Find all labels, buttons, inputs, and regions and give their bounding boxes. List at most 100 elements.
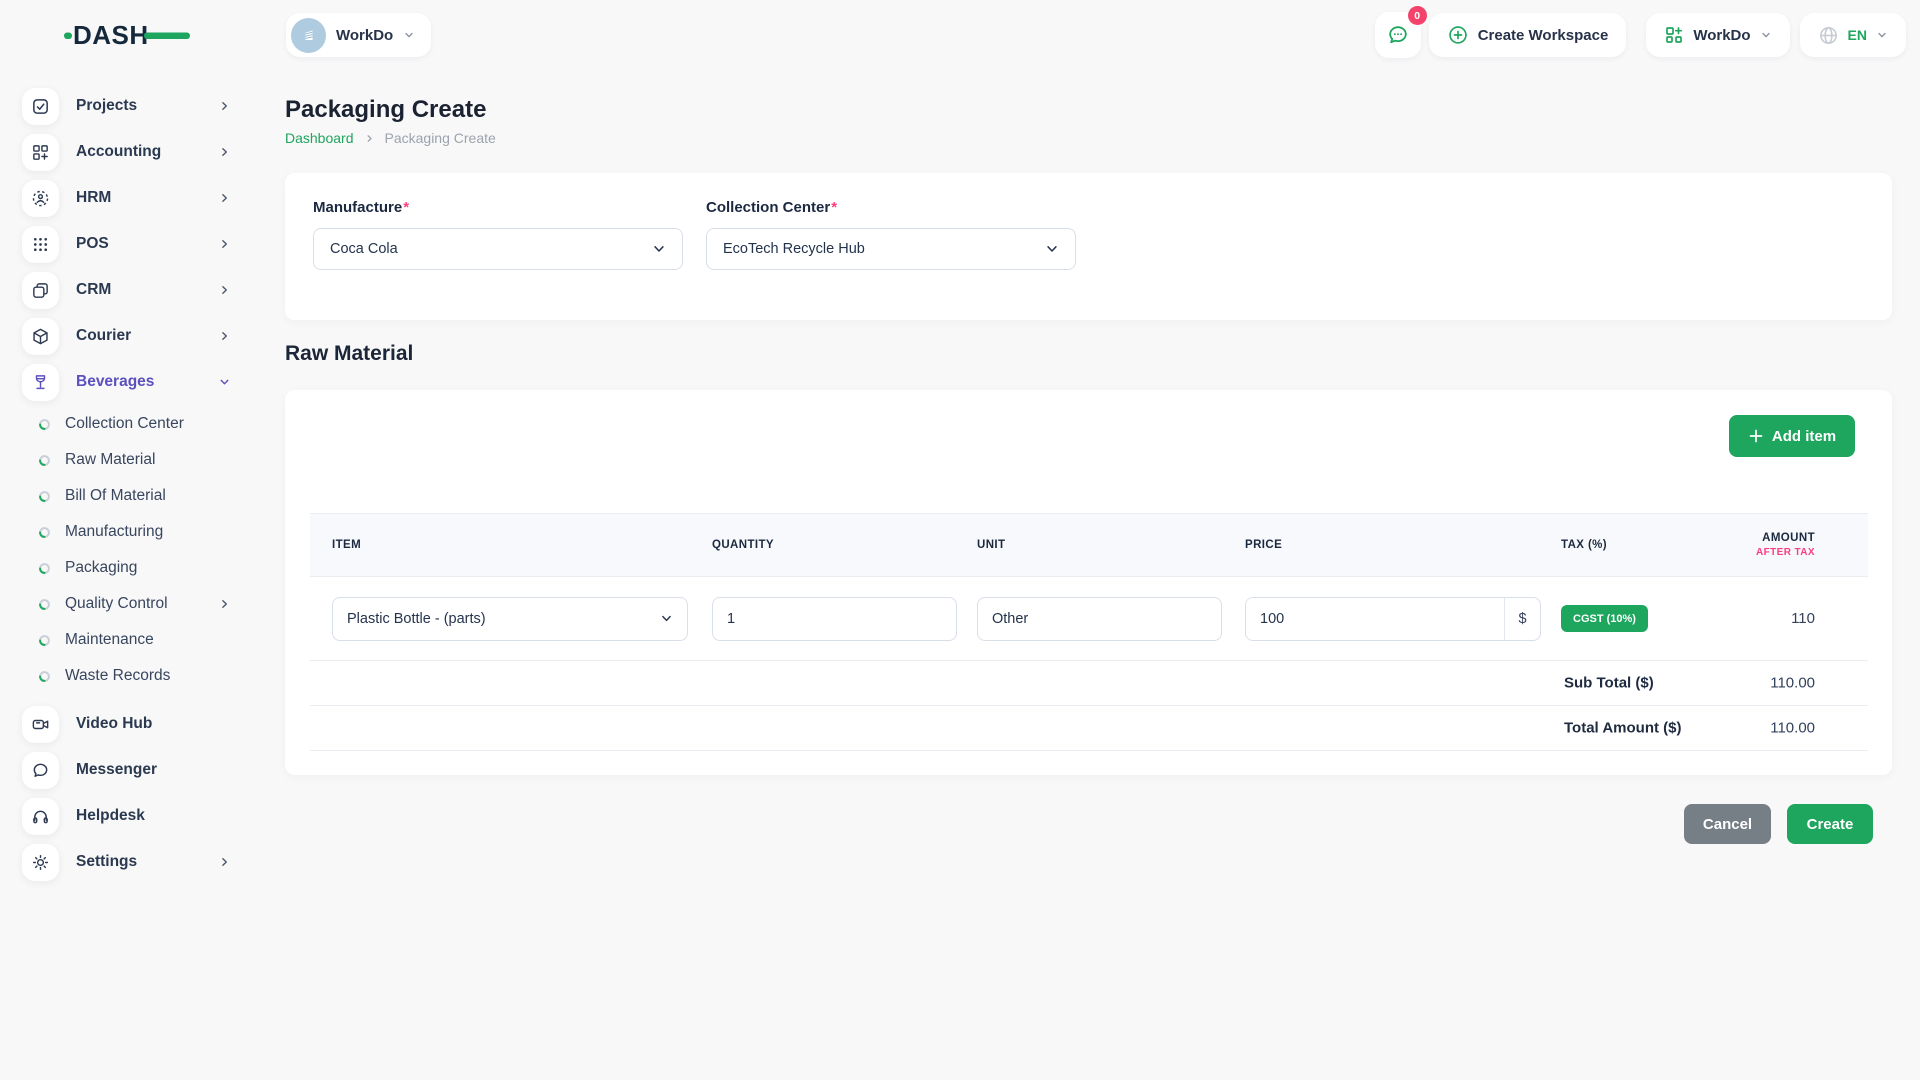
dash-logo[interactable]: DASH: [64, 20, 190, 50]
sidebar-item-helpdesk[interactable]: Helpdesk: [22, 798, 250, 834]
create-button[interactable]: Create: [1787, 804, 1873, 844]
col-header-tax: TAX (%): [1561, 539, 1741, 551]
app-window: DASH WorkDo 0 Create Workspace: [0, 0, 1920, 1080]
sidebar-item-label: Courier: [76, 327, 131, 345]
tax-badge: CGST (10%): [1561, 605, 1648, 632]
item-value: Plastic Bottle - (parts): [347, 611, 486, 627]
chevron-down-icon: [403, 29, 415, 41]
total-amount-label: Total Amount ($): [1564, 720, 1681, 737]
sidebar-item-label: CRM: [76, 281, 111, 299]
sidebar: Projects Accounting HRM POS: [0, 70, 250, 1080]
total-amount-row: Total Amount ($) 110.00: [310, 706, 1868, 751]
language-code: EN: [1848, 27, 1867, 43]
col-header-unit: UNIT: [977, 539, 1245, 551]
chevron-down-icon: [652, 242, 666, 256]
bullet-icon: [38, 454, 51, 467]
col-header-quantity: QUANTITY: [712, 539, 977, 551]
add-item-label: Add item: [1772, 428, 1836, 445]
chevron-right-icon: [218, 146, 231, 159]
price-cell: $: [1245, 597, 1561, 641]
collection-center-value: EcoTech Recycle Hub: [723, 241, 865, 257]
sidebar-item-quality-control[interactable]: Quality Control: [22, 592, 250, 616]
quantity-input[interactable]: [712, 597, 957, 641]
sidebar-item-projects[interactable]: Projects: [22, 88, 250, 124]
sidebar-subitem-label: Packaging: [65, 559, 137, 577]
workdo-menu-button[interactable]: WorkDo: [1646, 13, 1789, 57]
manufacture-label: Manufacture*: [313, 199, 683, 216]
add-item-button[interactable]: Add item: [1729, 415, 1855, 457]
language-selector[interactable]: EN: [1800, 13, 1906, 57]
plus-icon: [1748, 428, 1764, 444]
sidebar-item-packaging[interactable]: Packaging: [22, 556, 250, 580]
chat-dots-icon: [1386, 23, 1410, 47]
sidebar-item-waste-records[interactable]: Waste Records: [22, 664, 250, 688]
price-input[interactable]: [1246, 598, 1504, 640]
table-header-row: ITEM QUANTITY UNIT PRICE TAX (%) AMOUNT …: [310, 513, 1868, 577]
required-asterisk: *: [403, 199, 409, 216]
sidebar-item-label: Accounting: [76, 143, 161, 161]
bullet-icon: [38, 490, 51, 503]
sidebar-item-label: POS: [76, 235, 109, 253]
raw-material-card: Add item ITEM QUANTITY UNIT PRICE TAX (%…: [285, 390, 1892, 775]
sidebar-item-manufacturing[interactable]: Manufacturing: [22, 520, 250, 544]
video-camera-icon: [22, 706, 59, 743]
currency-suffix: $: [1504, 598, 1540, 640]
breadcrumb-current: Packaging Create: [385, 130, 496, 146]
chevron-right-icon: [218, 284, 231, 297]
quantity-cell: [712, 597, 977, 641]
svg-text:DASH: DASH: [73, 20, 149, 50]
manufacture-select[interactable]: Coca Cola: [313, 228, 683, 270]
sidebar-item-label: Beverages: [76, 373, 154, 391]
sidebar-item-video-hub[interactable]: Video Hub: [22, 706, 250, 742]
sidebar-item-crm[interactable]: CRM: [22, 272, 250, 308]
sidebar-item-collection-center[interactable]: Collection Center: [22, 412, 250, 436]
cancel-button[interactable]: Cancel: [1684, 804, 1771, 844]
sidebar-item-accounting[interactable]: Accounting: [22, 134, 250, 170]
breadcrumb-dashboard-link[interactable]: Dashboard: [285, 130, 354, 146]
sidebar-item-pos[interactable]: POS: [22, 226, 250, 262]
workdo-menu-label: WorkDo: [1693, 27, 1750, 44]
headphones-icon: [22, 798, 59, 835]
bullet-icon: [38, 634, 51, 647]
sidebar-subitem-label: Waste Records: [65, 667, 170, 685]
sidebar-item-label: Messenger: [76, 761, 157, 779]
sidebar-item-courier[interactable]: Courier: [22, 318, 250, 354]
sub-total-value: 110.00: [1770, 675, 1815, 692]
messages-button[interactable]: 0: [1375, 12, 1421, 58]
form-actions: Cancel Create: [285, 804, 1892, 844]
chevron-down-icon: [660, 612, 673, 625]
person-target-icon: [22, 180, 59, 217]
col-header-item: ITEM: [310, 539, 712, 551]
checkbox-icon: [22, 88, 59, 125]
sidebar-subitem-label: Bill Of Material: [65, 487, 166, 505]
messages-count-badge: 0: [1408, 6, 1427, 25]
after-tax-label: AFTER TAX: [1756, 547, 1815, 558]
amount-value: 110: [1741, 610, 1868, 627]
workspace-avatar: [291, 18, 326, 53]
sidebar-subitem-label: Quality Control: [65, 595, 168, 613]
workspace-name: WorkDo: [336, 27, 393, 44]
sidebar-item-maintenance[interactable]: Maintenance: [22, 628, 250, 652]
sidebar-item-beverages[interactable]: Beverages: [22, 364, 250, 400]
chevron-right-icon: [218, 238, 231, 251]
sidebar-item-label: Video Hub: [76, 715, 152, 733]
raw-material-heading: Raw Material: [285, 342, 1892, 366]
sidebar-item-hrm[interactable]: HRM: [22, 180, 250, 216]
sidebar-item-messenger[interactable]: Messenger: [22, 752, 250, 788]
manufacture-field: Manufacture* Coca Cola: [313, 199, 683, 294]
sidebar-item-settings[interactable]: Settings: [22, 844, 250, 880]
sidebar-item-bill-of-material[interactable]: Bill Of Material: [22, 484, 250, 508]
chevron-down-icon: [1760, 29, 1772, 41]
workspace-switcher[interactable]: WorkDo: [286, 13, 431, 57]
sidebar-item-label: HRM: [76, 189, 111, 207]
sidebar-item-label: Projects: [76, 97, 137, 115]
create-workspace-button[interactable]: Create Workspace: [1429, 13, 1627, 57]
chevron-down-icon: [1045, 242, 1059, 256]
collection-center-select[interactable]: EcoTech Recycle Hub: [706, 228, 1076, 270]
item-select[interactable]: Plastic Bottle - (parts): [332, 597, 688, 641]
unit-input[interactable]: [977, 597, 1222, 641]
sidebar-item-raw-material[interactable]: Raw Material: [22, 448, 250, 472]
bullet-icon: [38, 598, 51, 611]
table-row: Plastic Bottle - (parts) $: [310, 577, 1868, 661]
overlap-squares-icon: [22, 272, 59, 309]
